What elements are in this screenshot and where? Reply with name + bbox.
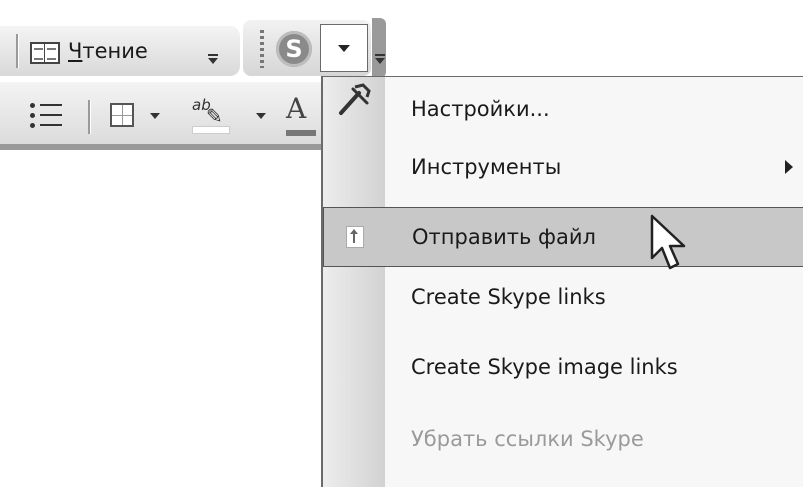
highlight-dropdown-arrow[interactable]: [256, 113, 266, 119]
reading-mode-button[interactable]: Чтение: [30, 33, 196, 69]
menu-item-send-file[interactable]: Отправить файл: [323, 207, 803, 267]
toolbar-options-icon[interactable]: [373, 52, 387, 70]
tools-icon: [337, 83, 373, 119]
menu-item-label: Create Skype links: [411, 285, 606, 309]
toolbar-bottom-border: [0, 144, 322, 150]
chevron-down-icon: [338, 45, 350, 52]
highlight-color-bar: [192, 126, 230, 134]
skype-dropdown-menu: Настройки... Инструменты Отправить файл …: [321, 76, 803, 487]
menu-item-label: Create Skype image links: [411, 355, 678, 379]
toolbar-options-icon[interactable]: [206, 52, 220, 70]
borders-icon[interactable]: [110, 103, 134, 127]
menu-item-settings[interactable]: Настройки...: [323, 79, 803, 139]
font-color-icon[interactable]: A: [286, 92, 322, 140]
menu-item-remove-skype-links: Убрать ссылки Skype: [323, 409, 803, 469]
menu-item-label: Настройки...: [411, 97, 550, 121]
font-color-bar: [286, 130, 316, 136]
highlight-icon[interactable]: ab ✎: [192, 96, 232, 136]
menu-item-label: Инструменты: [411, 155, 562, 179]
submenu-arrow-icon: [785, 160, 793, 174]
mouse-pointer-icon: [648, 214, 688, 272]
upload-file-icon: [346, 226, 364, 248]
menu-item-tools[interactable]: Инструменты: [323, 137, 803, 197]
borders-dropdown-arrow[interactable]: [150, 113, 160, 119]
toolbar-separator: [16, 34, 19, 68]
menu-item-create-skype-image-links[interactable]: Create Skype image links: [323, 337, 803, 397]
menu-item-label: Убрать ссылки Skype: [411, 427, 644, 451]
skype-menu-dropdown-button[interactable]: [320, 24, 368, 72]
skype-icon[interactable]: S: [276, 31, 312, 67]
menu-item-label: Отправить файл: [412, 225, 596, 249]
pen-glyph: ✎: [206, 104, 223, 128]
toolbar-grip-handle[interactable]: [260, 30, 264, 68]
open-book-icon: [30, 40, 60, 64]
menu-item-create-skype-links[interactable]: Create Skype links: [323, 267, 803, 327]
bullet-list-icon[interactable]: [30, 103, 62, 129]
toolbar-separator: [88, 100, 91, 134]
reading-mode-label: Чтение: [68, 39, 148, 63]
